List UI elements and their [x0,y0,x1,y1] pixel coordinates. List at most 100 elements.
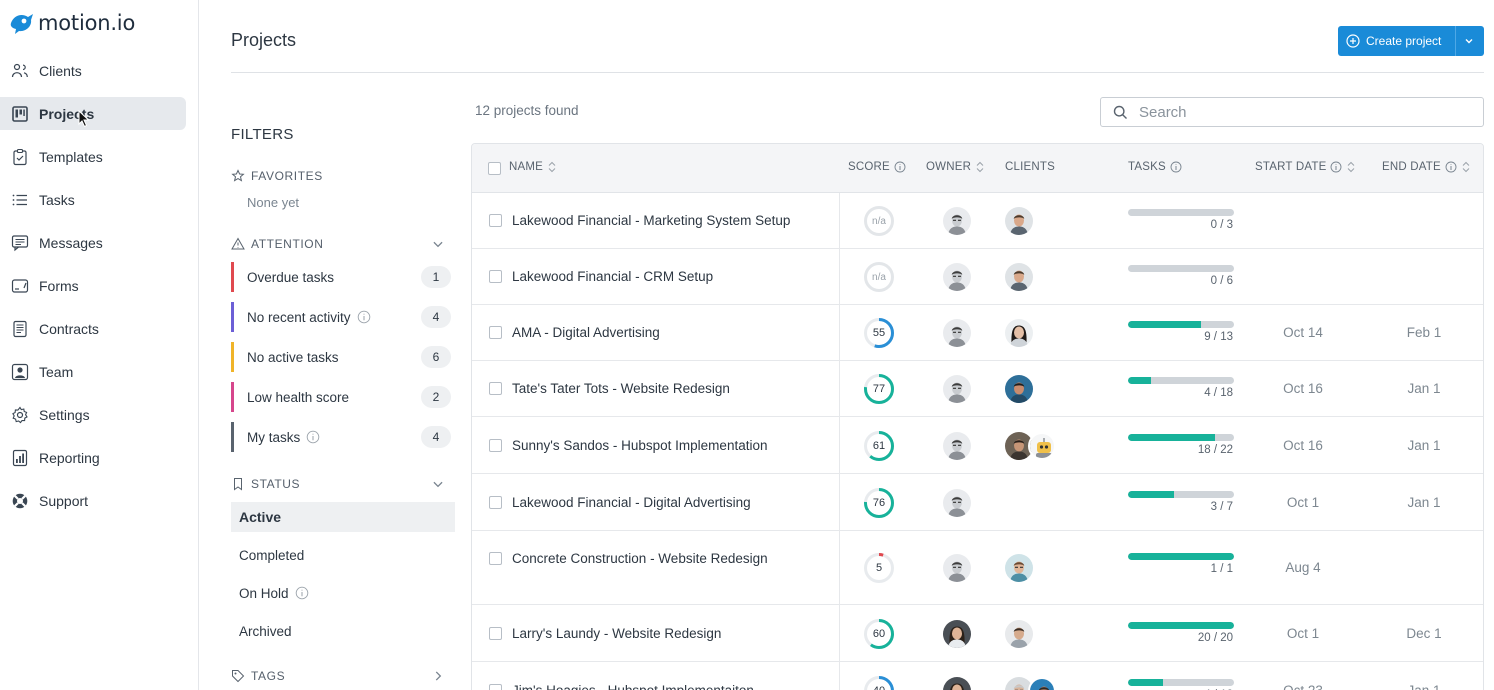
client-avatar[interactable] [1005,554,1033,582]
health-score[interactable]: 60 [863,618,895,650]
progress-bar [1128,265,1234,272]
health-score[interactable]: 77 [863,373,895,405]
row-checkbox[interactable] [489,326,502,339]
attention-filter-no-active-tasks[interactable]: No active tasks 6 [231,342,455,372]
table-row[interactable]: Larry's Laundy - Website Redesign 60 20 / … [472,605,1483,662]
project-name-link[interactable]: Larry's Laundy - Website Redesign [512,626,721,641]
table-row[interactable]: Jim's Hoagies - Hubspot Implementaiton 40… [472,662,1483,690]
project-name-link[interactable]: Lakewood Financial - CRM Setup [512,269,713,284]
tags-header[interactable]: TAGS [231,669,455,683]
project-name-link[interactable]: Concrete Construction - Website Redesign [512,551,768,566]
health-score[interactable]: 5 [863,552,895,584]
status-header[interactable]: STATUS [231,477,455,491]
owner-avatar[interactable] [943,554,971,582]
attention-filter-low-health-score[interactable]: Low health score 2 [231,382,455,412]
status-filter-archived[interactable]: Archived [231,616,455,646]
chevron-down-icon[interactable] [431,237,445,251]
client-avatar[interactable] [1028,431,1056,460]
row-checkbox[interactable] [489,214,502,227]
sidebar-item-templates[interactable]: Templates [0,140,186,173]
end-date: Jan 1 [1407,494,1441,510]
project-name-link[interactable]: Sunny's Sandos - Hubspot Implementation [512,438,767,453]
chevron-right-icon[interactable] [431,669,445,683]
task-progress: 4 / 18 [1128,377,1235,399]
task-progress: 0 / 3 [1128,209,1235,231]
owner-avatar[interactable] [943,207,971,235]
health-score[interactable]: 76 [863,487,895,519]
search-box[interactable] [1100,97,1484,127]
column-name[interactable]: NAME [509,161,557,173]
sidebar-item-settings[interactable]: Settings [0,398,186,431]
attention-filter-no-recent-activity[interactable]: No recent activity 4 [231,302,455,332]
row-checkbox[interactable] [489,495,502,509]
owner-avatar[interactable] [943,431,971,460]
client-avatar[interactable] [1005,263,1033,291]
sidebar-item-clients[interactable]: Clients [0,54,186,87]
owner-avatar[interactable] [943,676,971,690]
column-score[interactable]: SCORE [848,161,906,173]
row-checkbox[interactable] [489,270,502,283]
owner-avatar[interactable] [943,319,971,347]
select-all-checkbox[interactable] [488,162,501,175]
row-checkbox[interactable] [489,626,502,640]
client-avatar[interactable] [1005,319,1033,347]
column-owner[interactable]: OWNER [926,161,985,173]
sidebar-item-support[interactable]: Support [0,484,186,517]
table-row[interactable]: Sunny's Sandos - Hubspot Implementation 6… [472,417,1483,474]
row-checkbox[interactable] [489,438,502,452]
status-filter-label: On Hold [239,585,289,601]
attention-header[interactable]: ATTENTION [231,237,455,251]
sidebar-item-reporting[interactable]: Reporting [0,441,186,474]
table-row[interactable]: Lakewood Financial - Digital Advertising… [472,474,1483,531]
owner-avatar[interactable] [943,619,971,648]
project-name-link[interactable]: Jim's Hoagies - Hubspot Implementaiton [512,683,754,690]
logo[interactable]: motion.io [8,8,135,38]
sidebar-item-messages[interactable]: Messages [0,226,186,259]
status-filter-active[interactable]: Active [231,502,455,532]
column-tasks[interactable]: TASKS [1128,161,1182,173]
owner-avatar[interactable] [943,263,971,291]
health-score[interactable]: 55 [863,317,895,349]
table-row[interactable]: AMA - Digital Advertising 55 9 / 13 Oct 14 F… [472,305,1483,361]
sidebar-item-forms[interactable]: Forms [0,269,186,302]
table-row[interactable]: Tate's Tater Tots - Website Redesign 77 4 … [472,361,1483,417]
client-avatar[interactable] [1005,207,1033,235]
favorites-header[interactable]: FAVORITES [231,169,323,183]
sidebar-item-team[interactable]: Team [0,355,186,388]
start-date: Aug 4 [1285,560,1321,575]
client-avatar[interactable] [1028,676,1056,690]
owner-avatar[interactable] [943,375,971,403]
health-score[interactable]: n/a [863,205,895,237]
status-filter-completed[interactable]: Completed [231,540,455,570]
chevron-down-icon[interactable] [431,477,445,491]
table-row[interactable]: Lakewood Financial - CRM Setup n/a 0 / 6 [472,249,1483,305]
row-checkbox[interactable] [489,382,502,395]
search-input[interactable] [1139,103,1459,121]
sidebar-item-tasks[interactable]: Tasks [0,183,186,216]
owner-avatar[interactable] [943,488,971,517]
column-start-date[interactable]: START DATE [1255,161,1356,173]
chevron-down-icon[interactable] [1462,34,1476,48]
client-avatar[interactable] [1005,375,1033,403]
attention-filter-overdue-tasks[interactable]: Overdue tasks 1 [231,262,455,292]
health-score[interactable]: 40 [863,675,895,690]
project-name-link[interactable]: Lakewood Financial - Marketing System Se… [512,213,790,228]
table-row[interactable]: Concrete Construction - Website Redesign… [472,531,1483,605]
score-value: 60 [872,627,886,640]
project-name-link[interactable]: Tate's Tater Tots - Website Redesign [512,381,730,396]
health-score[interactable]: n/a [863,261,895,293]
sidebar-item-projects[interactable]: Projects [0,97,186,130]
create-project-button[interactable]: Create project [1338,26,1484,56]
table-row[interactable]: Lakewood Financial - Marketing System Se… [472,193,1483,249]
client-avatar[interactable] [1005,619,1033,648]
form-icon [11,277,29,295]
column-end-date[interactable]: END DATE [1382,161,1471,173]
project-name-link[interactable]: Lakewood Financial - Digital Advertising [512,495,751,510]
health-score[interactable]: 61 [863,430,895,462]
project-name-link[interactable]: AMA - Digital Advertising [512,325,660,340]
status-filter-on-hold[interactable]: On Hold [231,578,455,608]
row-checkbox[interactable] [489,552,502,565]
sidebar-item-contracts[interactable]: Contracts [0,312,186,345]
row-checkbox[interactable] [489,683,502,690]
attention-filter-my-tasks[interactable]: My tasks 4 [231,422,455,452]
